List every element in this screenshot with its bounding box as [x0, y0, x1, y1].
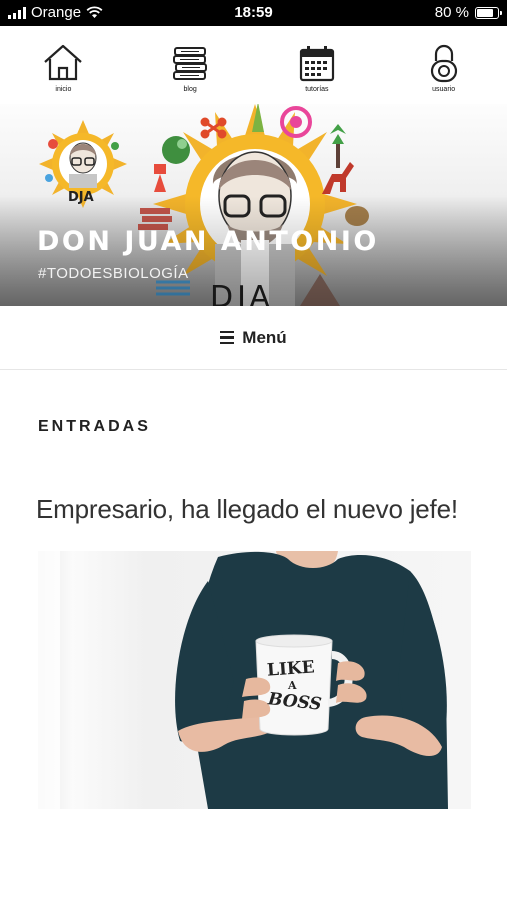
- mug-text-a: A: [288, 679, 297, 692]
- nav-item-inicio[interactable]: inicio: [0, 26, 127, 104]
- battery-icon: [475, 6, 502, 19]
- hamburger-icon: [220, 330, 235, 345]
- nav-item-blog[interactable]: blog: [127, 26, 254, 104]
- section-title: ENTRADAS: [38, 418, 151, 435]
- site-header-banner: DJA DJA DON JUAN ANTONIO #TODOESBIOLOGÍA: [0, 104, 507, 306]
- mug-text-like: LIKE: [266, 657, 316, 681]
- top-navigation: inicio blog tutorías usuario: [0, 26, 507, 104]
- status-right: 80 %: [434, 4, 502, 21]
- nav-label-blog: blog: [183, 86, 197, 93]
- nav-label-usuario: usuario: [432, 86, 456, 93]
- books-icon: [173, 47, 208, 80]
- nav-item-usuario[interactable]: usuario: [380, 26, 507, 104]
- nav-label-inicio: inicio: [55, 86, 72, 93]
- post-featured-image[interactable]: LIKE A BOSS: [38, 551, 471, 809]
- status-bar: Orange 18:59 80 %: [0, 0, 507, 26]
- site-title[interactable]: DON JUAN ANTONIO: [37, 226, 379, 257]
- lock-icon: [430, 44, 457, 83]
- menu-toggle[interactable]: Menú: [0, 306, 507, 370]
- calendar-icon: [299, 46, 334, 82]
- home-icon: [44, 44, 83, 81]
- menu-label: Menú: [242, 327, 287, 347]
- nav-label-tutorias: tutorías: [305, 86, 329, 93]
- clock: 18:59: [234, 4, 273, 21]
- site-description: #TODOESBIOLOGÍA: [38, 265, 189, 282]
- post-title[interactable]: Empresario, ha llegado el nuevo jefe!: [36, 494, 458, 525]
- post-image-illustration: [38, 551, 471, 809]
- battery-percent: 80 %: [434, 4, 469, 21]
- nav-item-tutorias[interactable]: tutorías: [254, 26, 381, 104]
